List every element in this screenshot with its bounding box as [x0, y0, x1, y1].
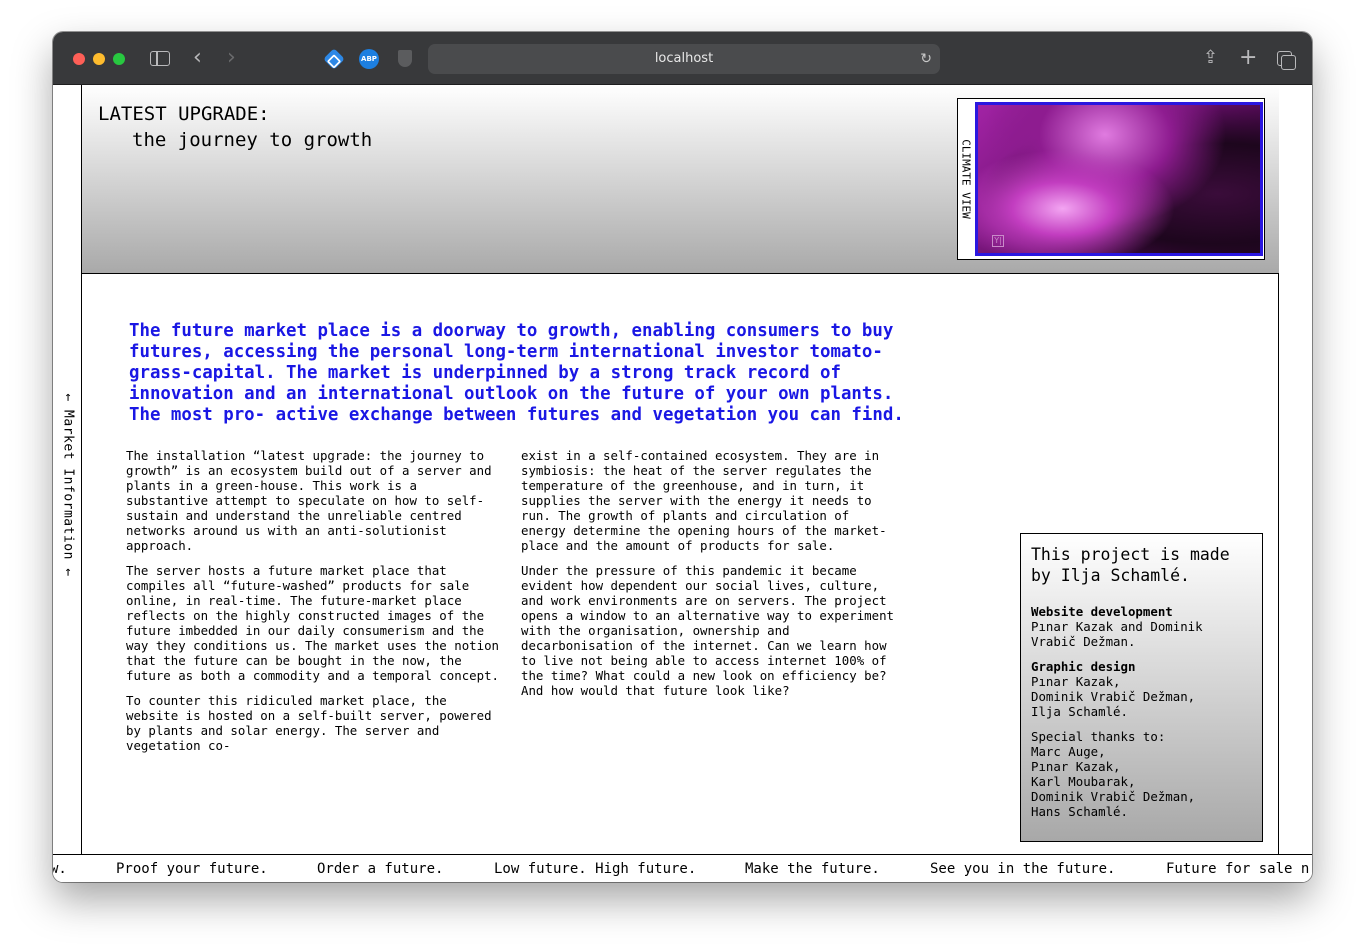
- minimize-window-button[interactable]: [93, 53, 105, 65]
- puzzle-extension-icon[interactable]: [323, 48, 345, 70]
- address-bar[interactable]: localhost ↻: [428, 44, 940, 74]
- browser-window: ‹ › ABP localhost ↻ ⇪ + ← Market Informa…: [53, 32, 1312, 882]
- ticker-item: Order a future.: [317, 861, 444, 877]
- market-information-rail[interactable]: ← Market Information ←: [53, 85, 82, 854]
- zoom-window-button[interactable]: [113, 53, 125, 65]
- url-text: localhost: [654, 51, 714, 66]
- adblock-extension-icon[interactable]: ABP: [359, 49, 379, 69]
- credits-title: This project is made by Ilja Schamlé.: [1031, 545, 1230, 585]
- paragraph: exist in a self-contained ecosystem. The…: [521, 448, 887, 553]
- thanks-credits: Special thanks to: Marc Auge, Pınar Kaza…: [1031, 729, 1252, 819]
- credits-box: This project is made by Ilja Schamlé. We…: [1020, 533, 1263, 842]
- sidebar-toggle-icon[interactable]: [150, 51, 170, 66]
- page-header: LATEST UPGRADE: the journey to growth CL…: [82, 85, 1279, 274]
- ticker-item: Low future. High future.: [494, 861, 697, 877]
- credits-name: Ilja Schamlé.: [1031, 704, 1128, 719]
- lead-paragraph: The future market place is a doorway to …: [129, 321, 904, 425]
- market-information-link[interactable]: ← Market Information ←: [61, 393, 76, 576]
- design-credits: Graphic design Pınar Kazak, Dominik Vrab…: [1031, 659, 1252, 719]
- browser-toolbar: ‹ › ABP localhost ↻ ⇪ +: [53, 32, 1312, 85]
- paragraph: The installation “latest upgrade: the jo…: [126, 448, 492, 553]
- credits-name: Marc Auge,: [1031, 744, 1106, 759]
- climate-view-panel[interactable]: CLIMATE VIEW Y|: [957, 98, 1265, 260]
- credits-heading: Website development: [1031, 604, 1173, 619]
- ticker-item: w.: [53, 861, 67, 877]
- ticker-item: Future for sale n: [1166, 861, 1310, 877]
- credits-name: Hans Schamlé.: [1031, 804, 1128, 819]
- credits-name: Dominik Vrabič Dežman,: [1031, 689, 1196, 704]
- tab-overview-icon[interactable]: [1277, 51, 1296, 70]
- credits-name: Karl Moubarak,: [1031, 774, 1136, 789]
- web-page: ← Market Information ← LATEST UPGRADE: t…: [53, 85, 1312, 882]
- greenhouse-camera-feed[interactable]: Y|: [975, 102, 1263, 256]
- website-credits: Website development Pınar Kazak and Domi…: [1031, 604, 1252, 649]
- text-column-right: exist in a self-contained ecosystem. The…: [521, 448, 901, 708]
- new-tab-icon[interactable]: +: [1239, 47, 1257, 69]
- share-icon[interactable]: ⇪: [1203, 47, 1218, 69]
- ticker-item: Proof your future.: [116, 861, 268, 877]
- paragraph: To counter this ridiculed market place, …: [126, 693, 492, 753]
- right-rail: [1278, 85, 1312, 854]
- paragraph: Under the pressure of this pandemic it b…: [521, 563, 894, 698]
- back-icon[interactable]: ‹: [193, 47, 202, 69]
- paragraph: The server hosts a future market place t…: [126, 563, 499, 683]
- climate-view-label: CLIMATE VIEW: [959, 139, 973, 219]
- shield-icon[interactable]: [398, 50, 412, 67]
- camera-logo-icon: Y|: [992, 235, 1004, 247]
- credits-name: Pınar Kazak,: [1031, 759, 1121, 774]
- credits-heading: Graphic design: [1031, 659, 1136, 674]
- ticker-bar: w. Proof your future. Order a future. Lo…: [53, 854, 1312, 882]
- credits-name: Dominik Vrabič Dežman,: [1031, 789, 1196, 804]
- credits-name: Pınar Kazak,: [1031, 674, 1121, 689]
- credits-names: Pınar Kazak and Dominik Vrabič Dežman.: [1031, 619, 1203, 649]
- reload-icon[interactable]: ↻: [920, 44, 932, 74]
- close-window-button[interactable]: [73, 53, 85, 65]
- forward-icon[interactable]: ›: [227, 47, 236, 69]
- text-column-left: The installation “latest upgrade: the jo…: [126, 448, 506, 763]
- page-subtitle: the journey to growth: [132, 129, 373, 151]
- ticker-item: See you in the future.: [930, 861, 1116, 877]
- page-title: LATEST UPGRADE:: [98, 103, 270, 125]
- ticker-item: Make the future.: [745, 861, 880, 877]
- credits-heading: Special thanks to:: [1031, 729, 1166, 744]
